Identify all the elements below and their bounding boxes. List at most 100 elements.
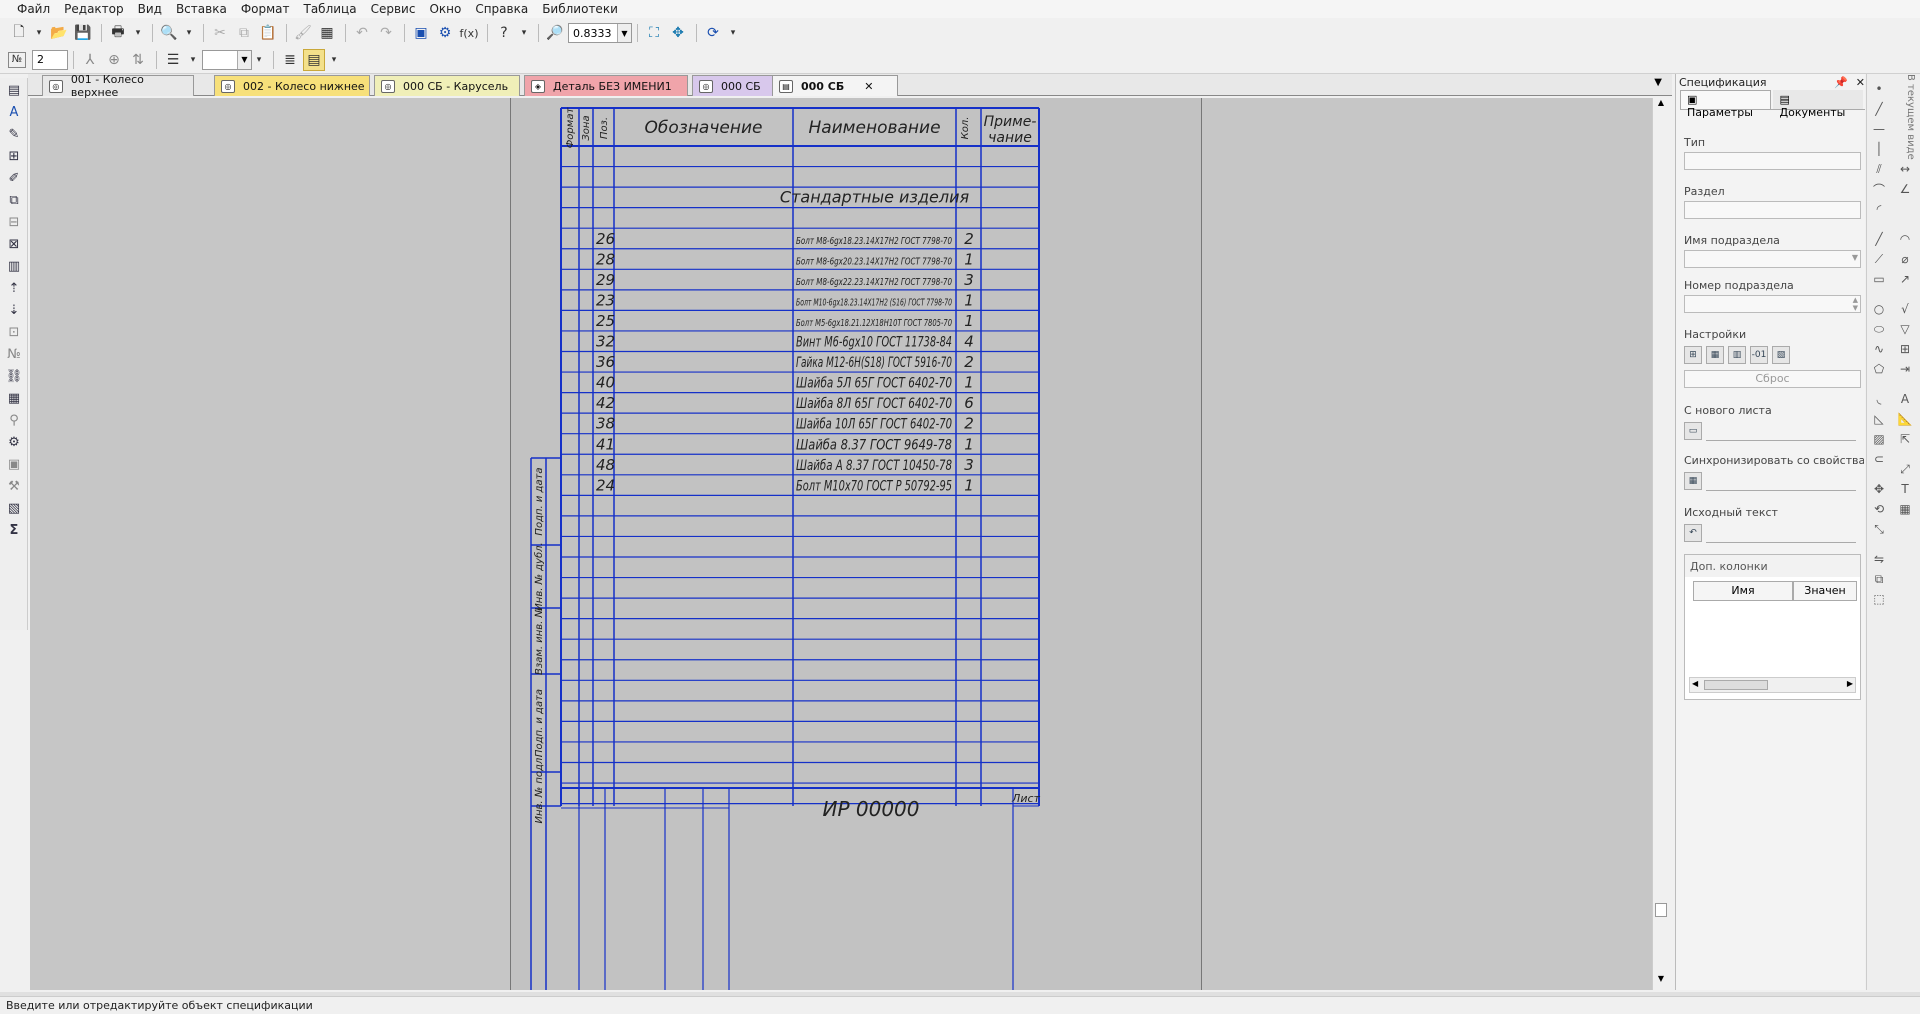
parallel-line-icon[interactable]: ⫽	[1869, 160, 1889, 178]
deform-icon[interactable]: ⬚	[1869, 590, 1889, 608]
subsection-number-stepper[interactable]: ▲ ▼	[1684, 295, 1861, 313]
tab-001-wheel-upper[interactable]: ◎ 001 - Колесо верхнее	[42, 73, 194, 99]
renumber-icon[interactable]: №	[3, 344, 25, 364]
copy-geometry-icon[interactable]: ⧉	[1869, 570, 1889, 588]
align-icon[interactable]: ☰	[162, 49, 184, 71]
diameter-dim-icon[interactable]: ⌀	[1895, 250, 1915, 268]
edit-text-icon[interactable]: ✎	[3, 124, 25, 144]
equidistant-icon[interactable]: ⊂	[1869, 450, 1889, 468]
vertical-line-icon[interactable]: │	[1869, 140, 1889, 158]
settings-layout-icon[interactable]: ▧	[1772, 346, 1790, 364]
settings-format-icon[interactable]: ⊞	[1684, 346, 1702, 364]
document-canvas[interactable]: Формат Зона Поз. Обозначение Наименование Кол…	[30, 98, 1652, 990]
calculator-icon[interactable]: ▦	[316, 22, 338, 44]
zoom-fit-icon[interactable]: ⛶	[643, 22, 665, 44]
scrollbar-thumb[interactable]	[1655, 903, 1667, 917]
chevron-down-icon[interactable]: ▼	[1852, 253, 1858, 262]
more-icon[interactable]: ▾	[252, 49, 266, 71]
subsection-name-select[interactable]: ▼	[1684, 250, 1861, 268]
horizontal-line-icon[interactable]: —	[1869, 120, 1889, 138]
manager-icon[interactable]: ▣	[410, 22, 432, 44]
move-up-icon[interactable]: ⇡	[3, 278, 25, 298]
filter-icon[interactable]: ⚲	[3, 410, 25, 430]
new-document-icon[interactable]: 🗋	[8, 22, 30, 44]
reserve-icon[interactable]: ▣	[3, 454, 25, 474]
preview-dropdown-icon[interactable]: ▾	[182, 22, 196, 44]
refresh-icon[interactable]: ⟳	[702, 22, 724, 44]
tab-documents[interactable]: ▤ Документы	[1772, 90, 1863, 119]
roughness-icon[interactable]: √	[1895, 300, 1915, 318]
sync-toggle-icon[interactable]: ▦	[1684, 472, 1702, 490]
menu-table[interactable]: Таблица	[304, 2, 357, 16]
section-field[interactable]	[1684, 201, 1861, 219]
merge-icon[interactable]: ⊡	[3, 322, 25, 342]
print-icon[interactable]: 🖶	[107, 22, 129, 44]
list-icon[interactable]: ≣	[279, 49, 301, 71]
scroll-up-icon[interactable]: ▲	[1655, 98, 1667, 112]
radius-dim-icon[interactable]: ◠	[1895, 230, 1915, 248]
type-field[interactable]	[1684, 152, 1861, 170]
edit-object-icon[interactable]: ✐	[3, 168, 25, 188]
menu-insert[interactable]: Вставка	[176, 2, 227, 16]
page-mode-icon[interactable]: ▤	[303, 48, 325, 71]
scrollbar-thumb[interactable]	[1704, 680, 1768, 690]
preview-icon[interactable]: 🔍	[158, 22, 180, 44]
fillet-icon[interactable]: ◟	[1869, 390, 1889, 408]
menu-help[interactable]: Справка	[475, 2, 528, 16]
arc-icon[interactable]: ◜	[1869, 200, 1889, 218]
paste-icon[interactable]: 📋	[257, 22, 279, 44]
param-icon[interactable]: T	[1895, 480, 1915, 498]
section-icon[interactable]: ▥	[3, 256, 25, 276]
rotate-icon[interactable]: ⟲	[1869, 500, 1889, 518]
chevron-down-icon[interactable]: ▼	[617, 24, 631, 42]
open-folder-icon[interactable]: 📂	[48, 22, 70, 44]
vertical-scrollbar[interactable]: ▲ ▼	[1652, 98, 1668, 990]
chevron-down-icon[interactable]: ▼	[237, 50, 251, 69]
scroll-down-icon[interactable]: ▼	[1655, 974, 1667, 988]
tab-000-sb-spec-active[interactable]: ▤ 000 СБ ✕	[772, 75, 898, 96]
variables-icon[interactable]: ⚙	[434, 22, 456, 44]
tab-list-dropdown-icon[interactable]: ▼	[1654, 77, 1662, 88]
attach-icon[interactable]: ⤢	[1895, 460, 1915, 478]
dimension-icon[interactable]: ↔	[1895, 160, 1915, 178]
source-text-icon[interactable]: ↶	[1684, 524, 1702, 542]
add-object-icon[interactable]: ⊞	[3, 146, 25, 166]
new-sheet-toggle-icon[interactable]: ▭	[1684, 422, 1702, 440]
pin-icon[interactable]: 📌	[1834, 76, 1848, 89]
link-icon[interactable]: ⛓	[3, 366, 25, 386]
table-icon[interactable]: ▦	[3, 388, 25, 408]
horizontal-scrollbar[interactable]: ◀ ▶	[1689, 677, 1856, 693]
cut-icon[interactable]: ✂	[209, 22, 231, 44]
menu-libraries[interactable]: Библиотеки	[542, 2, 618, 16]
format-brush-icon[interactable]: 🖌	[292, 22, 314, 44]
help-pointer-icon[interactable]: ?	[493, 22, 515, 44]
tab-000-sb-carousel[interactable]: ◎ 000 СБ - Карусель	[374, 75, 520, 96]
select-icon[interactable]: ⇱	[1895, 430, 1915, 448]
scale-icon[interactable]: ⤡	[1869, 520, 1889, 538]
menu-window[interactable]: Окно	[429, 2, 461, 16]
menu-editor[interactable]: Редактор	[64, 2, 123, 16]
base-icon[interactable]: ▽	[1895, 320, 1915, 338]
measure-icon[interactable]: 📐	[1895, 410, 1915, 428]
page-mode-dropdown-icon[interactable]: ▾	[327, 49, 341, 71]
settings-columns-icon[interactable]: ▥	[1728, 346, 1746, 364]
point-icon[interactable]: •	[1869, 80, 1889, 98]
move-icon[interactable]: ✥	[1869, 480, 1889, 498]
rectangle-icon[interactable]: ▭	[1869, 270, 1889, 288]
zoom-all-icon[interactable]: ✥	[667, 22, 689, 44]
redo-icon[interactable]: ↷	[375, 22, 397, 44]
mirror-icon[interactable]: ⇋	[1869, 550, 1889, 568]
spec-object-icon[interactable]: ▤	[3, 80, 25, 100]
copy-icon[interactable]: ⧉	[233, 22, 255, 44]
text-tool-icon[interactable]: A	[1895, 390, 1915, 408]
insert-row-icon[interactable]: ⊠	[3, 234, 25, 254]
tab-000-sb[interactable]: ◎ 000 СБ	[692, 75, 782, 96]
undo-icon[interactable]: ↶	[351, 22, 373, 44]
settings-numbering-icon[interactable]: -01	[1750, 346, 1768, 364]
copy-object-icon[interactable]: ⧉	[3, 190, 25, 210]
settings-table-icon[interactable]: ▦	[1706, 346, 1724, 364]
polygon-icon[interactable]: ⬠	[1869, 360, 1889, 378]
menu-view[interactable]: Вид	[138, 2, 162, 16]
tolerance-icon[interactable]: ⊞	[1895, 340, 1915, 358]
axis-icon[interactable]: ⅄	[79, 49, 101, 71]
